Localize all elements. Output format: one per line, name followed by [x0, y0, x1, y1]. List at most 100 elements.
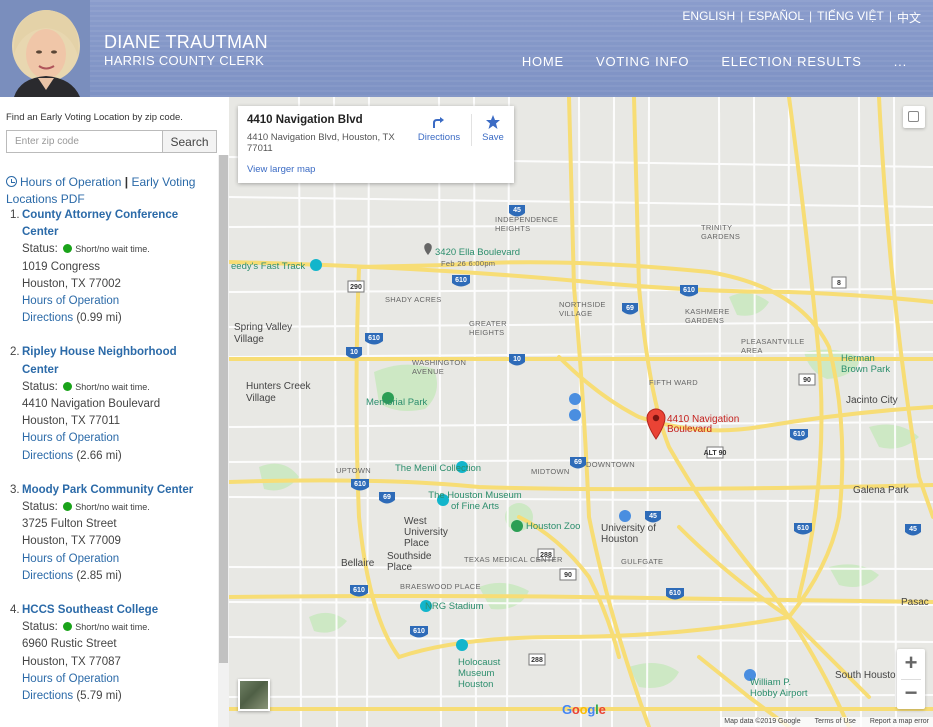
status-green-dot-icon — [63, 244, 73, 254]
lang-espanol[interactable]: ESPAÑOL — [748, 9, 804, 26]
zoom-in-button[interactable]: + — [897, 649, 925, 679]
list-item: 1. County Attorney Conference Center Sta… — [0, 207, 215, 327]
map-label-texas-medical: TEXAS MEDICAL CENTER — [464, 555, 563, 564]
fullscreen-button[interactable] — [903, 106, 925, 128]
directions-link[interactable]: Directions — [22, 570, 73, 582]
search-button[interactable]: Search — [162, 130, 217, 153]
map-label-spring-valley: Spring Valley Village — [234, 322, 293, 345]
map-label-west-univ: West University Place — [404, 516, 448, 549]
directions-icon — [433, 117, 444, 128]
report-map-error-link[interactable]: Report a map error — [870, 718, 929, 726]
svg-text:90: 90 — [564, 572, 572, 579]
map-label-hunters-creek: Hunters Creek Village — [246, 381, 311, 404]
list-item: 2. Ripley House Neighborhood Center Stat… — [0, 344, 215, 464]
terms-of-use-link[interactable]: Terms of Use — [815, 718, 856, 726]
location-name-link[interactable]: County Attorney Conference Center — [22, 209, 178, 238]
directions-link[interactable]: Directions — [22, 690, 73, 702]
svg-text:610: 610 — [353, 587, 365, 594]
city-state-zip: Houston, TX 77011 — [22, 415, 121, 428]
map-label-zoo: Houston Zoo — [526, 521, 581, 532]
directions-link[interactable]: Directions — [22, 312, 73, 324]
map-label-pasadena: Pasac — [901, 597, 929, 608]
clerk-name[interactable]: DIANE TRAUTMAN — [104, 32, 268, 53]
svg-text:610: 610 — [413, 628, 425, 635]
wait-time: Short/no wait time. — [75, 381, 150, 392]
hours-link[interactable]: Hours of Operation — [22, 432, 119, 444]
street-address: 4410 Navigation Boulevard — [22, 398, 161, 411]
pin-label: 4410 Navigation Boulevard — [667, 414, 740, 435]
lang-separator: | — [740, 9, 744, 23]
place-info-card: 4410 Navigation Blvd 4410 Navigation Blv… — [238, 106, 514, 183]
svg-text:8: 8 — [837, 280, 841, 287]
lang-english[interactable]: ENGLISH — [682, 9, 735, 26]
nav-more[interactable]: ... — [878, 54, 933, 69]
item-number: 2. — [10, 346, 20, 359]
hours-link[interactable]: Hours of Operation — [22, 295, 119, 307]
distance: (0.99 mi) — [76, 312, 122, 325]
star-icon — [486, 115, 500, 129]
directions-link[interactable]: Directions — [22, 450, 73, 462]
map-label-uptown: UPTOWN — [336, 466, 371, 475]
map-embed[interactable]: 45 610 610 69 610 10 290 10 8 90 610 ALT… — [229, 97, 933, 727]
svg-text:ALT 90: ALT 90 — [704, 450, 727, 457]
svg-text:45: 45 — [909, 526, 917, 533]
place-title: 4410 Navigation Blvd — [247, 114, 363, 126]
status-label: Status: — [22, 621, 58, 634]
map-label-trinity: TRINITY GARDENS — [701, 223, 741, 241]
location-name-link[interactable]: HCCS Southeast College — [22, 604, 158, 616]
status-label: Status: — [22, 380, 58, 393]
map-label-holocaust: Holocaust Museum Houston — [458, 657, 501, 690]
svg-text:45: 45 — [649, 513, 657, 520]
map-label-midtown: MIDTOWN — [531, 467, 570, 476]
svg-text:610: 610 — [797, 525, 809, 532]
map-label-braeswood: BRAESWOOD PLACE — [400, 582, 481, 591]
nav-voting-info[interactable]: VOTING INFO — [580, 54, 705, 69]
google-logo: Google — [562, 702, 606, 717]
location-list: 1. County Attorney Conference Center Sta… — [0, 207, 215, 722]
hours-link[interactable]: Hours of Operation — [22, 673, 119, 685]
nav-election-results[interactable]: ELECTION RESULTS — [705, 54, 877, 69]
location-name-link[interactable]: Moody Park Community Center — [22, 484, 193, 496]
svg-text:610: 610 — [354, 481, 366, 488]
zoom-divider — [901, 679, 921, 680]
city-state-zip: Houston, TX 77087 — [22, 655, 121, 668]
sidebar-scrollbar[interactable] — [218, 155, 229, 727]
map-canvas[interactable]: 45 610 610 69 610 10 290 10 8 90 610 ALT… — [229, 97, 933, 727]
view-larger-map-link[interactable]: View larger map — [247, 164, 315, 175]
card-divider — [471, 114, 472, 146]
nav-home[interactable]: HOME — [506, 54, 580, 69]
svg-text:10: 10 — [513, 356, 521, 363]
location-name-link[interactable]: Ripley House Neighborhood Center — [22, 346, 177, 375]
map-label-ella: 3420 Ella Boulevard — [435, 247, 521, 258]
zip-input[interactable] — [6, 130, 163, 153]
map-label-washington: WASHINGTON AVENUE — [412, 358, 467, 376]
map-label-gulfgate: GULFGATE — [621, 557, 664, 566]
lang-vietnamese[interactable]: TIẾNG VIỆT — [817, 9, 884, 26]
save-button[interactable]: Save — [478, 114, 508, 143]
directions-button[interactable]: Directions — [416, 114, 462, 143]
svg-text:610: 610 — [793, 431, 805, 438]
location-pin-icon[interactable] — [646, 408, 666, 440]
svg-text:45: 45 — [513, 207, 521, 214]
svg-text:69: 69 — [383, 494, 391, 501]
map-label-northside: NORTHSIDE VILLAGE — [559, 300, 606, 318]
lang-chinese[interactable]: 中文 — [897, 9, 921, 26]
scrollbar-thumb[interactable] — [219, 155, 228, 663]
map-label-memorial-park: Memorial Park — [366, 397, 428, 408]
wait-time: Short/no wait time. — [75, 502, 150, 513]
satellite-toggle-button[interactable] — [238, 679, 270, 711]
zoom-control: + − — [897, 649, 925, 709]
svg-text:290: 290 — [350, 284, 362, 291]
map-label-shady-acres: SHADY ACRES — [385, 295, 442, 304]
city-state-zip: Houston, TX 77009 — [22, 535, 121, 548]
status-green-dot-icon — [63, 622, 73, 632]
hours-of-operation-link[interactable]: Hours of Operation — [20, 175, 121, 189]
clerk-title: HARRIS COUNTY CLERK — [104, 53, 265, 68]
street-address: 1019 Congress — [22, 260, 100, 273]
svg-text:610: 610 — [683, 287, 695, 294]
zoom-out-button[interactable]: − — [897, 679, 925, 709]
main-nav: HOME VOTING INFO ELECTION RESULTS ... — [506, 54, 933, 69]
distance: (2.85 mi) — [76, 569, 122, 582]
location-sidebar: Find an Early Voting Location by zip cod… — [0, 97, 229, 727]
hours-link[interactable]: Hours of Operation — [22, 553, 119, 565]
